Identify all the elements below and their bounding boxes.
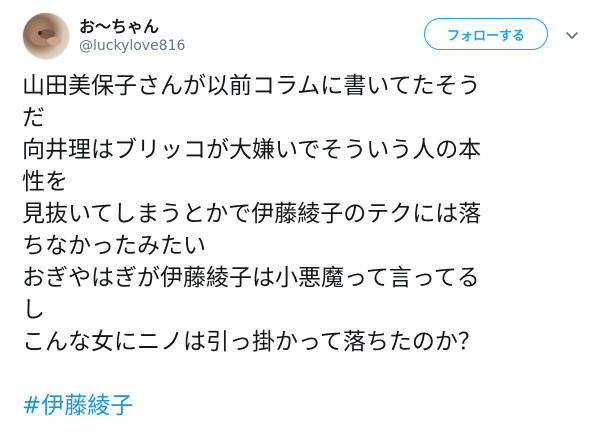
tweet-line: 山田美保子さんが以前コラムに書いてたそう <box>22 73 481 99</box>
tweet-line: 見抜いてしまうとかで伊藤綾子のテクには落 <box>22 201 482 227</box>
avatar[interactable] <box>22 12 70 60</box>
tweet-line: 向井理はブリッコが大嫌いでそういう人の本 <box>22 137 482 163</box>
tweet-line: こんな女にニノは引っ掛かって落ちたのか？ <box>22 329 481 355</box>
tweet-line: だ <box>22 105 45 131</box>
display-name[interactable]: お〜ちゃん <box>79 13 159 37</box>
chevron-down-icon[interactable] <box>563 26 581 44</box>
tweet-line: おぎやはぎが伊藤綾子は小悪魔って言ってる <box>22 265 480 291</box>
tweet-line: し <box>22 297 45 323</box>
user-handle[interactable]: @luckylove816 <box>79 38 185 54</box>
hashtag-link[interactable]: #伊藤綾子 <box>22 390 133 422</box>
tweet-line: 性を <box>22 169 68 195</box>
follow-button[interactable]: フォローする <box>424 18 548 50</box>
hashtag-line: #伊藤綾子 <box>22 390 592 422</box>
tweet-line: ちなかったみたい <box>22 233 206 259</box>
avatar-image <box>30 28 61 46</box>
tweet-text: 山田美保子さんが以前コラムに書いてたそう だ 向井理はブリッコが大嫌いでそういう… <box>22 70 592 422</box>
tweet-card: お〜ちゃん @luckylove816 フォローする 山田美保子さんが以前コラム… <box>0 0 605 434</box>
